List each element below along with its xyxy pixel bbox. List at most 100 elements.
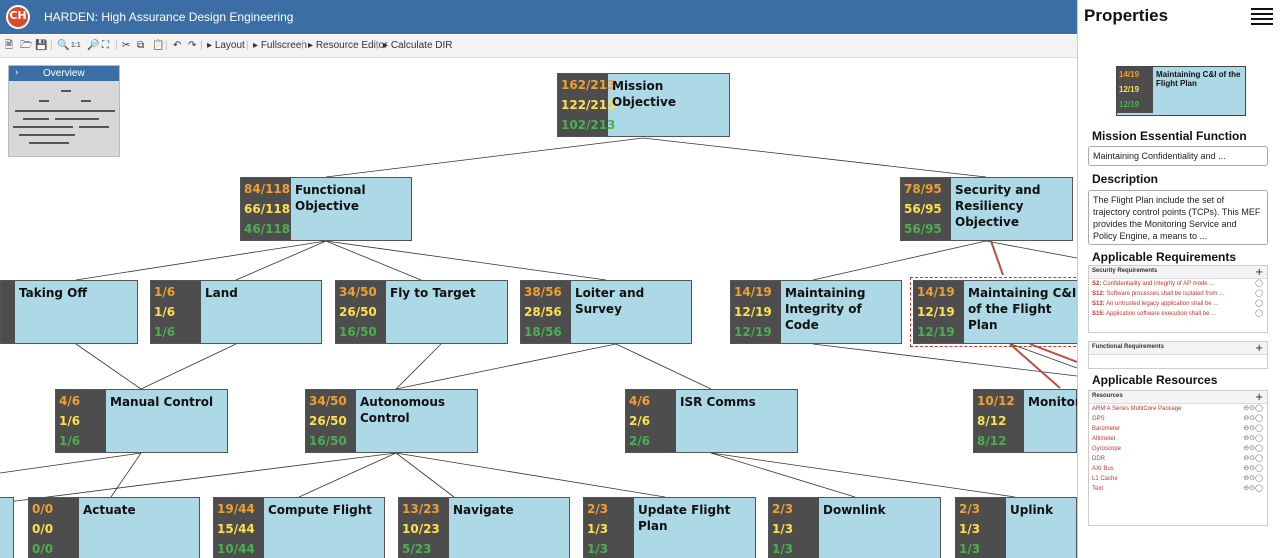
app-title: HARDEN: High Assurance Design Engineerin… (44, 10, 294, 24)
resource-action-icons[interactable]: ⊖⊙◯ (1243, 414, 1263, 424)
security-requirements-panel: Security Requirements + S2: Confidential… (1088, 264, 1268, 333)
edge (395, 343, 617, 390)
redo-icon[interactable]: ↷ (188, 39, 196, 53)
node-monitoring[interactable]: 10/12 8/12 8/12 Monitori (973, 389, 1077, 453)
resource-row[interactable]: Gyroscope ⊖⊙◯ (1089, 444, 1267, 454)
resource-action-icons[interactable]: ⊖⊙◯ (1243, 454, 1263, 464)
count-total: 84/118 (244, 182, 291, 196)
node-downlink[interactable]: 2/3 1/3 1/3 Downlink (768, 497, 941, 558)
node-security-resiliency-objective[interactable]: 78/95 56/95 56/95 Security and Resilienc… (900, 177, 1073, 241)
requirement-row[interactable]: S15: Application software execution shal… (1089, 309, 1267, 319)
save-icon[interactable]: 💾 (35, 39, 47, 53)
resource-name: L1 Cache (1092, 476, 1118, 482)
resource-action-icons[interactable]: ⊖⊙◯ (1243, 424, 1263, 434)
node-manual-control[interactable]: 4/6 1/6 1/6 Manual Control (55, 389, 228, 453)
resource-action-icons[interactable]: ⊖⊙◯ (1243, 404, 1263, 414)
undo-icon[interactable]: ↶ (173, 39, 181, 53)
node-partial-left[interactable] (0, 497, 14, 558)
graph-canvas[interactable]: › Overview 162/213 122/213 102/213 Missi… (0, 58, 1077, 558)
security-requirements-label: Security Requirements (1092, 268, 1158, 274)
node-compute-flight[interactable]: 19/44 15/44 10/44 Compute Flight (213, 497, 385, 558)
resource-action-icons[interactable]: ⊖⊙◯ (1243, 444, 1263, 454)
layout-button[interactable]: ▸ Layout (207, 39, 245, 53)
zoom-out-icon[interactable]: 🔎 (87, 39, 99, 53)
edge (140, 343, 237, 390)
requirement-text: An untrusted legacy application shall be… (1106, 301, 1219, 307)
node-fly-to-target[interactable]: 34/50 26/50 16/50 Fly to Target (335, 280, 508, 344)
node-land[interactable]: 1/6 1/6 1/6 Land (150, 280, 322, 344)
count-total: 14/19 (917, 285, 955, 299)
node-maintaining-integrity-of-code[interactable]: 14/19 12/19 12/19 Maintaining Integrity … (730, 280, 902, 344)
dependency-edge (1009, 343, 1061, 389)
paste-icon[interactable]: 📋 (152, 39, 164, 53)
resource-action-icons[interactable]: ⊖⊙◯ (1243, 484, 1263, 494)
count-satisfied: 10/44 (217, 542, 255, 556)
add-security-requirement-button[interactable]: + (1255, 264, 1263, 279)
node-title: Autonomous Control (360, 395, 446, 425)
requirement-row[interactable]: S12: Software processes shall be isolate… (1089, 289, 1267, 299)
overview-mini-node (23, 118, 49, 120)
node-counts: 1/6 1/6 1/6 (151, 281, 201, 343)
node-title: Navigate (453, 503, 514, 517)
resource-name: Text (1092, 486, 1104, 492)
tag-icon[interactable]: ◯ (1255, 289, 1263, 299)
toolbar-divider: | (115, 40, 118, 51)
mef-input[interactable]: Maintaining Confidentiality and ... (1088, 146, 1268, 166)
add-resource-button[interactable]: + (1255, 389, 1263, 404)
tag-icon[interactable]: ◯ (1255, 299, 1263, 309)
node-isr-comms[interactable]: 4/6 2/6 2/6 ISR Comms (625, 389, 798, 453)
add-functional-requirement-button[interactable]: + (1255, 340, 1263, 355)
count-satisfied: 12/19 (1119, 100, 1140, 109)
node-loiter-and-survey[interactable]: 38/56 28/56 18/56 Loiter and Survey (520, 280, 692, 344)
resource-row[interactable]: Text ⊖⊙◯ (1089, 484, 1267, 494)
calculate-dir-button[interactable]: ▸ Calculate DIR (383, 39, 453, 53)
zoom-in-icon[interactable]: 🔍 (57, 39, 69, 53)
fullscreen-button[interactable]: ▸ Fullscreen (253, 39, 307, 53)
resource-action-icons[interactable]: ⊖⊙◯ (1243, 474, 1263, 484)
new-file-icon[interactable]: 🗎 (5, 39, 13, 53)
resource-row[interactable]: DDR ⊖⊙◯ (1089, 454, 1267, 464)
count-mid: 28/56 (524, 305, 562, 319)
edge (812, 343, 1077, 377)
copy-icon[interactable]: ⧉ (137, 39, 144, 53)
requirement-row[interactable]: S13: An untrusted legacy application sha… (1089, 299, 1267, 309)
node-mission-objective[interactable]: 162/213 122/213 102/213 Mission Objectiv… (557, 73, 730, 137)
fit-screen-icon[interactable]: ⛶ (102, 39, 109, 53)
hamburger-menu-icon[interactable] (1251, 8, 1273, 26)
edge (0, 452, 397, 504)
count-satisfied: 12/19 (917, 325, 955, 339)
tag-icon[interactable]: ◯ (1255, 279, 1263, 289)
tag-icon[interactable]: ◯ (1255, 309, 1263, 319)
resource-row[interactable]: Altimeter ⊖⊙◯ (1089, 434, 1267, 444)
description-textarea[interactable]: The Flight Plan include the set of traje… (1088, 190, 1268, 245)
resource-action-icons[interactable]: ⊖⊙◯ (1243, 434, 1263, 444)
cut-icon[interactable]: ✂ (122, 39, 130, 53)
resource-action-icons[interactable]: ⊖⊙◯ (1243, 464, 1263, 474)
count-mid: 1/6 (154, 305, 176, 319)
count-total: 13/23 (402, 502, 440, 516)
node-update-flight-plan[interactable]: 2/3 1/3 1/3 Update Flight Plan (583, 497, 756, 558)
resource-row[interactable]: L1 Cache ⊖⊙◯ (1089, 474, 1267, 484)
node-navigate[interactable]: 13/23 10/23 5/23 Navigate (398, 497, 570, 558)
resource-row[interactable]: ARM A Series MultiCore Package ⊖⊙◯ (1089, 404, 1267, 414)
overview-label: Overview (43, 68, 85, 79)
resource-name: Altimeter (1092, 436, 1116, 442)
node-functional-objective[interactable]: 84/118 66/118 46/118 Functional Objectiv… (240, 177, 412, 241)
requirement-row[interactable]: S2: Confidentiality and integrity of AP … (1089, 279, 1267, 289)
node-taking-off[interactable]: Taking Off (0, 280, 138, 344)
open-folder-icon[interactable]: 🗁 (20, 39, 32, 53)
node-actuate[interactable]: 0/0 0/0 0/0 Actuate (28, 497, 200, 558)
resource-row[interactable]: AXI Bus ⊖⊙◯ (1089, 464, 1267, 474)
node-autonomous-control[interactable]: 34/50 26/50 16/50 Autonomous Control (305, 389, 478, 453)
count-satisfied: 1/3 (772, 542, 794, 556)
resource-row[interactable]: Barometer ⊖⊙◯ (1089, 424, 1267, 434)
zoom-1to1-button[interactable]: 1:1 (71, 39, 81, 53)
count-total: 2/3 (772, 502, 794, 516)
node-maintaining-cni-flight-plan[interactable]: 14/19 12/19 12/19 Maintaining C&I of the… (910, 277, 1077, 347)
count-satisfied: 0/0 (32, 542, 54, 556)
resource-row[interactable]: GPS ⊖⊙◯ (1089, 414, 1267, 424)
overview-toggle[interactable]: › Overview (9, 66, 119, 81)
resource-name: GPS (1092, 416, 1105, 422)
overview-panel[interactable]: › Overview (8, 65, 120, 157)
node-uplink[interactable]: 2/3 1/3 1/3 Uplink (955, 497, 1077, 558)
